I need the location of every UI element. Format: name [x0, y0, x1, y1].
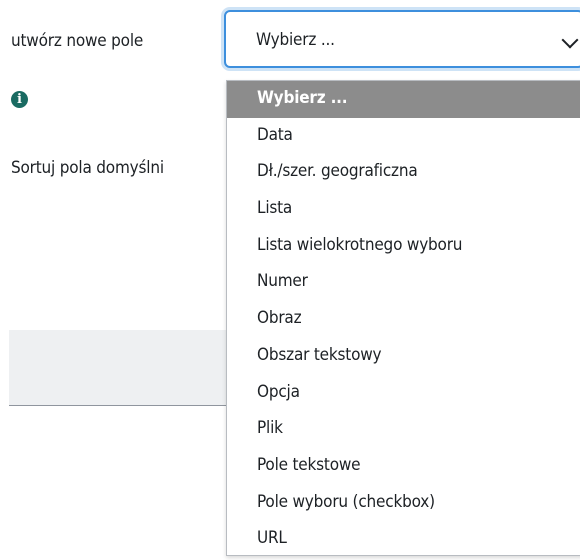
dropdown-option-wybierz[interactable]: Wybierz ... — [227, 81, 580, 118]
sort-fields-label: Sortuj pola domyślni — [11, 158, 164, 178]
field-type-dropdown-list: Wybierz ... Data Dł./szer. geograficzna … — [226, 80, 580, 556]
dropdown-option-checkbox[interactable]: Pole wyboru (checkbox) — [227, 485, 580, 522]
dropdown-option-numer[interactable]: Numer — [227, 264, 580, 301]
dropdown-option-obszar-tekstowy[interactable]: Obszar tekstowy — [227, 338, 580, 375]
new-field-label: utwórz nowe pole — [11, 31, 144, 51]
page: utwórz nowe pole i Sortuj pola domyślni … — [0, 0, 580, 560]
field-type-select[interactable]: Wybierz ... — [224, 10, 580, 68]
dropdown-option-url[interactable]: URL — [227, 521, 580, 555]
select-current-value: Wybierz ... — [256, 30, 335, 50]
dropdown-option-pole-tekstowe[interactable]: Pole tekstowe — [227, 448, 580, 485]
dropdown-option-lista[interactable]: Lista — [227, 191, 580, 228]
dropdown-option-opcja[interactable]: Opcja — [227, 375, 580, 412]
dropdown-option-latlong[interactable]: Dł./szer. geograficzna — [227, 154, 580, 191]
dropdown-option-obraz[interactable]: Obraz — [227, 301, 580, 338]
dropdown-option-plik[interactable]: Plik — [227, 411, 580, 448]
collapsed-panel — [9, 330, 231, 406]
info-icon[interactable]: i — [11, 91, 28, 108]
dropdown-option-lista-wielokrotnego[interactable]: Lista wielokrotnego wyboru — [227, 228, 580, 265]
dropdown-option-data[interactable]: Data — [227, 118, 580, 155]
chevron-down-icon — [561, 31, 579, 49]
